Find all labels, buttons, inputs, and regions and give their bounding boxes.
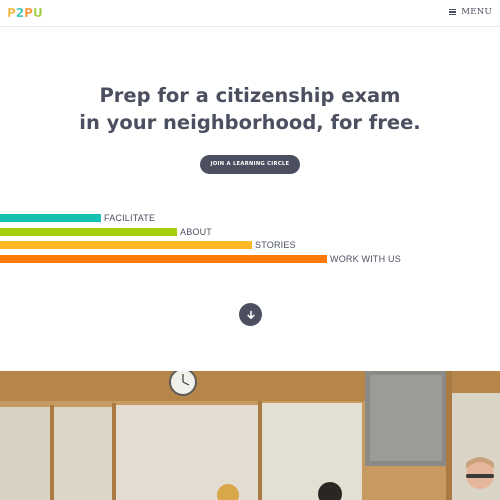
nav-label-facilitate: FACILITATE: [104, 213, 156, 223]
hero-headline: Prep for a citizenship exam in your neig…: [0, 82, 500, 136]
scroll-down-button[interactable]: [239, 303, 262, 326]
nav-item-facilitate[interactable]: FACILITATE: [0, 212, 155, 224]
headline-line-1: Prep for a citizenship exam: [99, 84, 401, 107]
arrow-down-icon: [246, 310, 255, 319]
classroom-scene: [0, 371, 500, 500]
join-learning-circle-button[interactable]: JOIN A LEARNING CIRCLE: [200, 155, 300, 174]
p2pu-logo[interactable]: P 2 P U: [7, 6, 43, 20]
nav-label-work-with-us: WORK WITH US: [330, 254, 401, 264]
logo-letter-1: P: [7, 6, 16, 20]
hamburger-icon: [449, 9, 457, 15]
logo-letter-4: U: [32, 6, 43, 20]
nav-item-work-with-us[interactable]: WORK WITH US: [0, 253, 401, 265]
menu-button[interactable]: MENU: [449, 7, 492, 17]
nav-item-about[interactable]: ABOUT: [0, 226, 212, 238]
headline-line-2: in your neighborhood, for free.: [79, 111, 421, 134]
logo-letter-3: P: [24, 6, 33, 20]
nav-item-stories[interactable]: STORIES: [0, 239, 296, 251]
site-header: P 2 P U MENU: [0, 0, 500, 27]
logo-letter-2: 2: [15, 6, 25, 20]
classroom-photo: [0, 371, 500, 500]
nav-bar-facilitate: [0, 214, 101, 222]
menu-label: MENU: [461, 7, 492, 17]
nav-bar-about: [0, 228, 177, 236]
nav-label-stories: STORIES: [255, 240, 296, 250]
nav-label-about: ABOUT: [180, 227, 213, 237]
nav-bar-stories: [0, 241, 252, 249]
nav-bar-work-with-us: [0, 255, 327, 263]
